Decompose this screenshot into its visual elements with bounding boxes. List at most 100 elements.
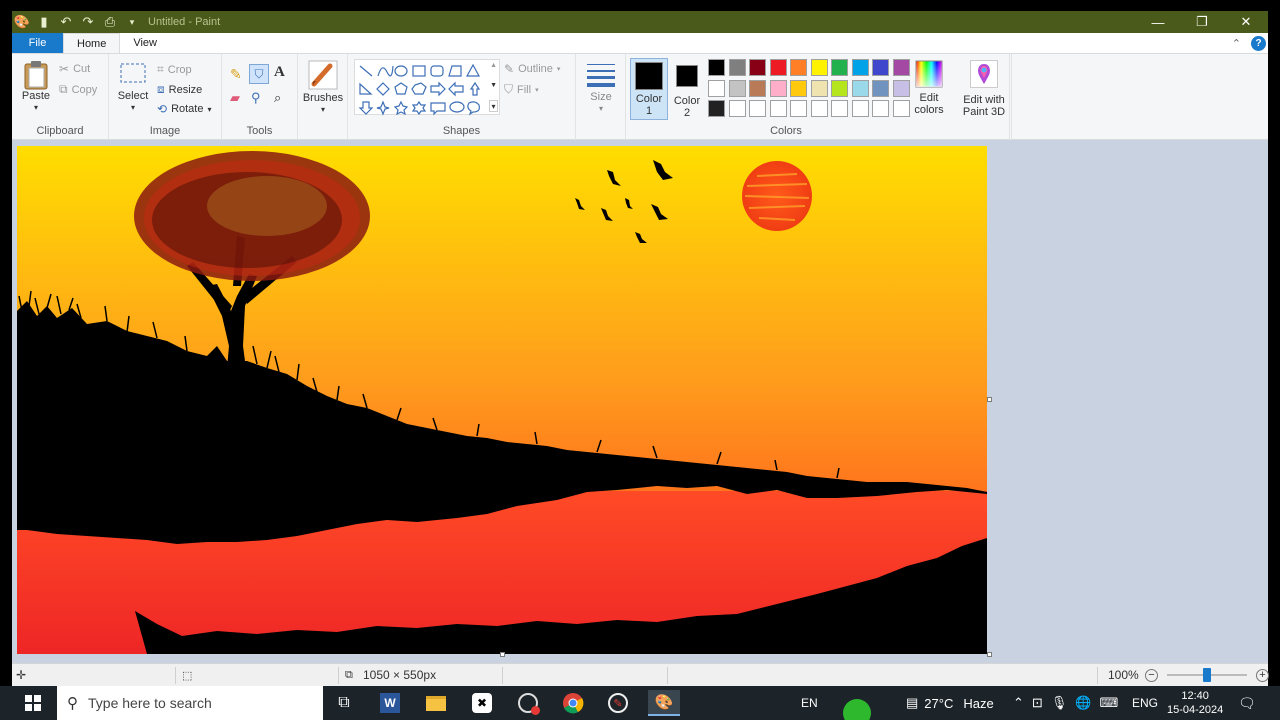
language-indicator[interactable]: EN xyxy=(801,686,818,720)
word-icon[interactable]: W xyxy=(377,690,403,716)
palette-swatch[interactable] xyxy=(892,59,910,76)
input-language[interactable]: ENG xyxy=(1132,686,1158,720)
network-globe-icon[interactable]: 🌐 xyxy=(1075,695,1091,711)
rotate-button[interactable]: ⟲ Rotate ▾ xyxy=(157,102,212,116)
maximize-button[interactable]: ❐ xyxy=(1180,11,1224,33)
zoom-out-icon[interactable]: − xyxy=(1145,668,1158,682)
redo-icon[interactable]: ↷ xyxy=(80,14,96,30)
snip-tool-icon[interactable]: ✎ xyxy=(605,690,631,716)
palette-swatch[interactable] xyxy=(728,79,746,97)
palette-swatch[interactable] xyxy=(831,100,848,117)
palette-swatch[interactable] xyxy=(810,100,828,117)
help-icon[interactable]: ? xyxy=(1251,35,1266,51)
tab-home[interactable]: Home xyxy=(63,33,121,53)
palette-swatch[interactable] xyxy=(810,79,828,97)
palette-swatch[interactable] xyxy=(872,100,889,117)
palette-swatch[interactable] xyxy=(892,100,910,117)
resize-handle-corner[interactable] xyxy=(987,652,992,657)
brushes-dropdown-icon[interactable]: ▾ xyxy=(321,104,325,116)
resize-handle-right[interactable] xyxy=(987,397,992,402)
size-dropdown-icon[interactable]: ▾ xyxy=(599,103,603,115)
clock[interactable]: 12:40 15-04-2024 xyxy=(1167,686,1223,720)
palette-swatch[interactable] xyxy=(831,59,848,76)
taskbar-search-box[interactable]: ⚲ Type here to search xyxy=(57,686,323,720)
palette-swatch[interactable] xyxy=(851,100,869,117)
palette-swatch[interactable] xyxy=(790,59,807,76)
zoom-in-icon[interactable]: + xyxy=(1256,668,1269,682)
color1-button[interactable]: Color 1 xyxy=(630,58,668,120)
fill-button[interactable]: ⛉ Fill ▾ xyxy=(504,82,539,97)
size-button[interactable]: Size ▾ xyxy=(582,62,620,115)
palette-swatch[interactable] xyxy=(708,100,725,117)
select-dropdown-icon[interactable]: ▾ xyxy=(131,102,135,114)
crop-button[interactable]: ⌗ Crop xyxy=(157,62,192,77)
notifications-icon[interactable]: 🗨 xyxy=(1238,686,1256,720)
palette-swatch[interactable] xyxy=(769,100,787,117)
task-view-icon[interactable]: ⧉ xyxy=(331,690,357,716)
undo-icon[interactable]: ↶ xyxy=(58,14,74,30)
palette-swatch[interactable] xyxy=(831,79,848,97)
fill-bucket-icon[interactable]: ⛉ xyxy=(249,64,269,84)
microphone-icon[interactable]: 🎙 xyxy=(1051,695,1068,711)
palette-swatch[interactable] xyxy=(851,59,869,76)
palette-swatch[interactable] xyxy=(708,79,725,97)
palette-swatch[interactable] xyxy=(872,59,889,76)
print-icon[interactable]: ⎙ xyxy=(102,14,118,30)
paint-app-icon[interactable]: 🎨 xyxy=(14,14,30,30)
brushes-button[interactable]: Brushes ▾ xyxy=(302,60,344,116)
palette-swatch[interactable] xyxy=(790,79,807,97)
customize-quick-access-icon[interactable]: ▾ xyxy=(124,14,140,30)
capcut-icon[interactable]: ✖ xyxy=(469,690,495,716)
file-explorer-icon[interactable] xyxy=(423,690,449,716)
palette-swatch[interactable] xyxy=(749,79,766,97)
paste-button[interactable]: Paste ▾ xyxy=(20,60,52,114)
color-picker-icon[interactable]: ⚲ xyxy=(251,90,261,106)
zoom-slider[interactable] xyxy=(1167,668,1247,682)
zoom-slider-thumb[interactable] xyxy=(1203,668,1211,682)
shapes-scroll-up-icon[interactable]: ▲ xyxy=(490,62,497,69)
palette-swatch[interactable] xyxy=(728,100,746,117)
eraser-icon[interactable]: ▰ xyxy=(230,90,240,106)
palette-swatch[interactable] xyxy=(790,100,807,117)
copy-button[interactable]: ⧉ Copy xyxy=(59,82,97,97)
tab-view[interactable]: View xyxy=(120,33,170,53)
outline-button[interactable]: ✎ Outline ▾ xyxy=(504,62,560,76)
magnifier-icon[interactable]: ⌕ xyxy=(274,90,281,106)
windows-start-icon[interactable] xyxy=(20,690,46,716)
palette-swatch[interactable] xyxy=(769,79,787,97)
pencil-icon[interactable]: ✎ xyxy=(230,66,242,83)
palette-swatch[interactable] xyxy=(749,100,766,117)
palette-swatch[interactable] xyxy=(892,79,910,97)
weather-widget[interactable]: ▤ 27°C Haze xyxy=(906,686,994,720)
resize-button[interactable]: ⧈ Resize xyxy=(157,82,202,97)
shapes-scroll-down-icon[interactable]: ▼ xyxy=(490,82,497,89)
screen-recorder-icon[interactable] xyxy=(515,690,541,716)
palette-swatch[interactable] xyxy=(728,59,746,76)
palette-swatch[interactable] xyxy=(851,79,869,97)
paste-dropdown-icon[interactable]: ▾ xyxy=(34,102,38,114)
drawing-canvas[interactable] xyxy=(17,146,987,654)
select-button[interactable]: Select ▾ xyxy=(115,62,151,114)
show-hidden-icons-icon[interactable]: ⌃ xyxy=(1013,695,1024,711)
palette-swatch[interactable] xyxy=(769,59,787,76)
palette-swatch[interactable] xyxy=(708,59,725,76)
resize-handle-bottom[interactable] xyxy=(500,652,505,657)
shapes-gallery[interactable]: ▲ ▼ ▾ xyxy=(354,59,500,116)
chrome-icon[interactable] xyxy=(560,690,586,716)
paint-taskbar-icon[interactable]: 🎨 xyxy=(648,690,680,716)
close-button[interactable]: ✕ xyxy=(1224,11,1268,33)
cut-button[interactable]: ✂ Cut xyxy=(59,62,90,76)
text-tool-icon[interactable]: A xyxy=(274,64,285,81)
meet-now-icon[interactable]: ⊡ xyxy=(1032,695,1043,711)
edit-with-paint3d-button[interactable]: Edit with Paint 3D xyxy=(958,60,1010,118)
collapse-ribbon-icon[interactable]: ⌃ xyxy=(1232,37,1241,50)
keyboard-icon[interactable]: ⌨ xyxy=(1100,695,1119,711)
rotate-dropdown-icon[interactable]: ▾ xyxy=(207,105,211,114)
palette-swatch[interactable] xyxy=(872,79,889,97)
minimize-button[interactable]: — xyxy=(1136,11,1180,33)
color2-button[interactable]: Color 2 xyxy=(670,62,704,119)
save-icon[interactable]: ▮ xyxy=(36,14,52,30)
palette-swatch[interactable] xyxy=(810,59,828,76)
edit-colors-button[interactable]: Edit colors xyxy=(912,60,946,116)
tab-file[interactable]: File xyxy=(12,33,63,53)
